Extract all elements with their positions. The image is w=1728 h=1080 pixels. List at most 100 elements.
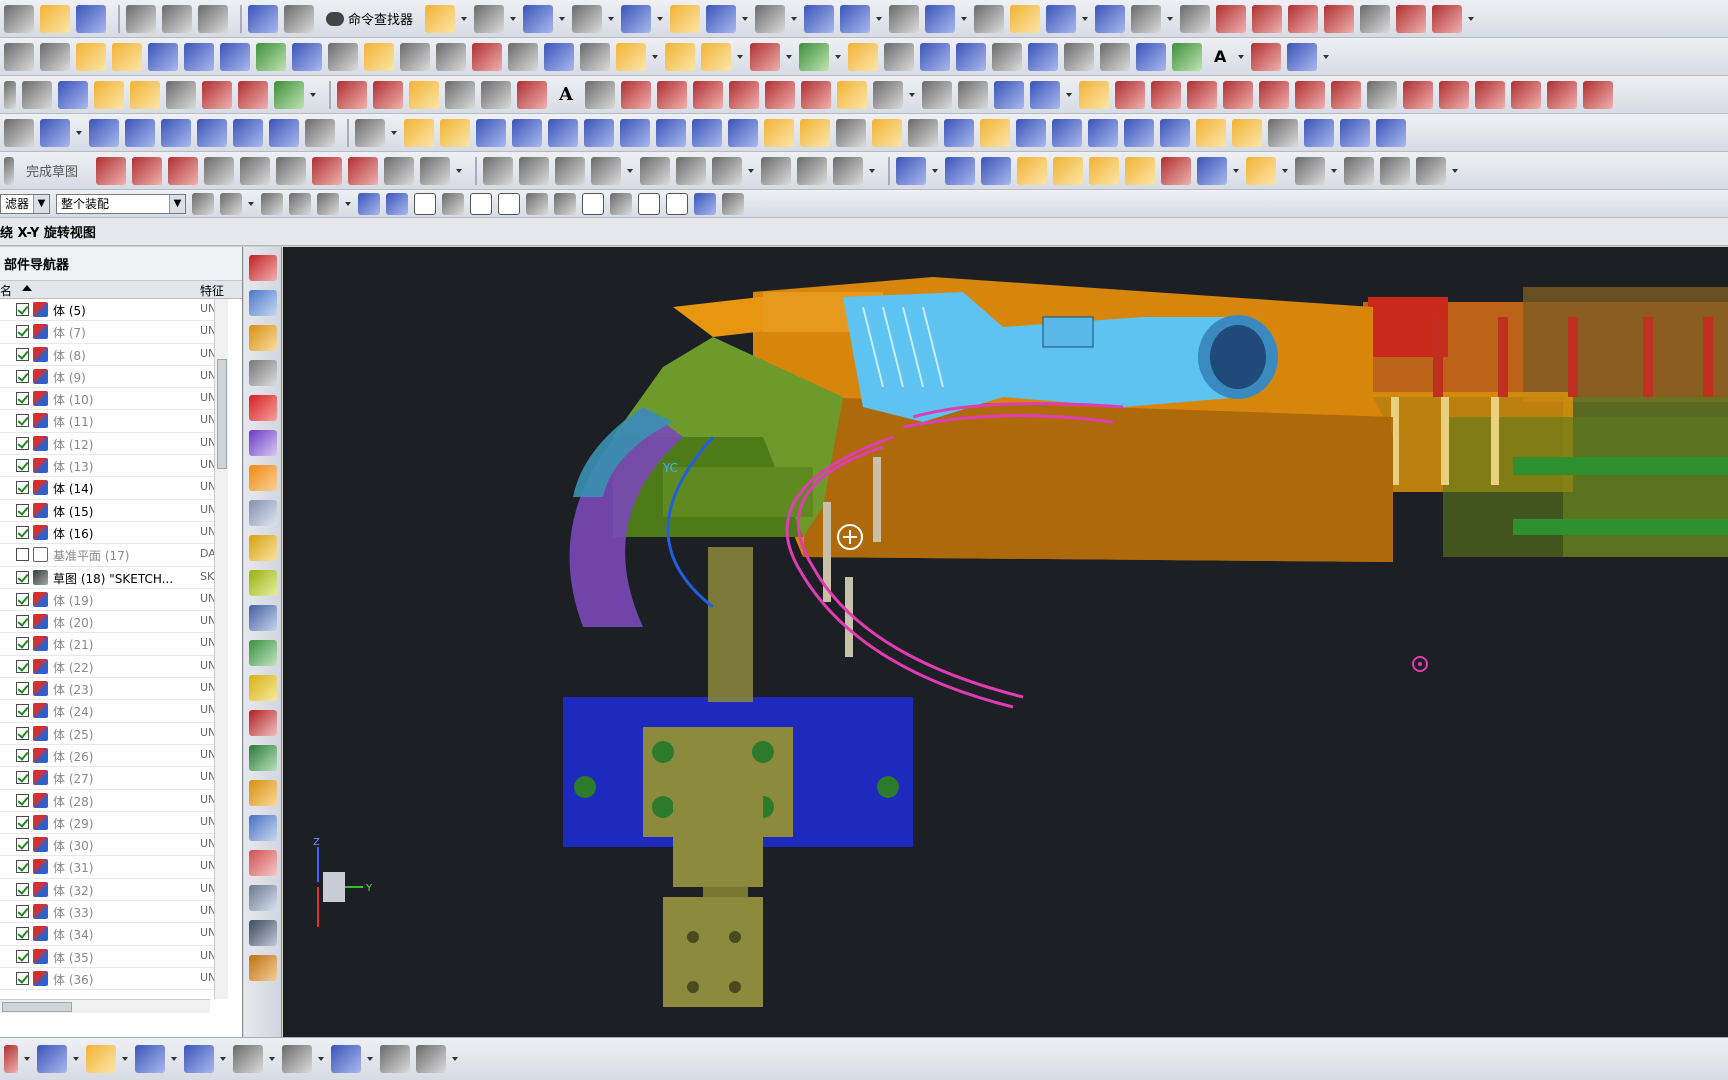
scrollbar-thumb[interactable] bbox=[2, 1002, 72, 1012]
cylinder-icon[interactable] bbox=[404, 118, 434, 147]
orient-view-icon[interactable] bbox=[621, 4, 652, 33]
constraint-sketch-icon[interactable] bbox=[640, 156, 671, 185]
assembly-cut-icon[interactable] bbox=[1380, 156, 1411, 185]
draft-icon[interactable] bbox=[544, 42, 574, 71]
visibility-checkbox[interactable] bbox=[16, 592, 29, 606]
sketch-line-icon[interactable] bbox=[132, 156, 163, 185]
snap-grid-icon[interactable] bbox=[722, 192, 744, 215]
resource-bar-assembly-icon[interactable] bbox=[248, 290, 277, 316]
view-direction-icon[interactable] bbox=[40, 118, 70, 147]
analysis-icon[interactable] bbox=[974, 4, 1005, 33]
tree-row[interactable]: 体 (31) UN bbox=[0, 856, 222, 879]
ellipse-icon[interactable] bbox=[1294, 80, 1325, 109]
dropdown-arrow[interactable] bbox=[122, 1045, 129, 1073]
sequence-icon[interactable] bbox=[1100, 42, 1130, 71]
section-curve-icon[interactable] bbox=[728, 80, 759, 109]
helix-icon[interactable] bbox=[921, 80, 952, 109]
visibility-checkbox[interactable] bbox=[16, 392, 29, 406]
profile-icon[interactable] bbox=[96, 156, 127, 185]
curve-network-icon[interactable] bbox=[238, 80, 268, 109]
bottom-layer-icon[interactable] bbox=[135, 1045, 165, 1073]
copy-face-icon[interactable] bbox=[836, 118, 866, 147]
tree-row[interactable]: 草图 (18) "SKETCH... SK bbox=[0, 567, 222, 589]
selection-box-icon[interactable] bbox=[317, 192, 339, 215]
rectangle-icon[interactable] bbox=[445, 80, 475, 109]
show-constraints-icon[interactable] bbox=[712, 156, 743, 185]
visibility-checkbox[interactable] bbox=[16, 771, 29, 785]
dropdown-arrow[interactable] bbox=[1082, 5, 1089, 33]
tube-icon[interactable] bbox=[1052, 118, 1082, 147]
circle-three-point-icon[interactable] bbox=[1582, 80, 1613, 109]
make-corner-icon[interactable] bbox=[1360, 4, 1391, 33]
sew-icon[interactable] bbox=[364, 42, 394, 71]
taper-icon[interactable] bbox=[1304, 118, 1334, 147]
dropdown-arrow[interactable] bbox=[510, 5, 517, 33]
dropdown-arrow[interactable] bbox=[835, 43, 842, 71]
coordinate-tool-icon[interactable] bbox=[1416, 156, 1447, 185]
dropdown-arrow[interactable] bbox=[657, 5, 664, 33]
line-icon[interactable] bbox=[337, 80, 367, 109]
dropdown-arrow[interactable] bbox=[1065, 81, 1073, 109]
surface-icon[interactable] bbox=[220, 42, 250, 71]
curve-analysis-icon[interactable] bbox=[1010, 4, 1041, 33]
patch-icon[interactable] bbox=[256, 42, 286, 71]
sketch-polygon-icon[interactable] bbox=[348, 156, 379, 185]
sketch-chamfer-icon[interactable] bbox=[276, 156, 307, 185]
hole-icon[interactable] bbox=[476, 118, 506, 147]
snap-quadrant-icon[interactable] bbox=[582, 192, 604, 215]
divide-curve-icon[interactable] bbox=[1029, 80, 1060, 109]
sketch-point-icon[interactable] bbox=[384, 156, 415, 185]
edge-blend-icon[interactable] bbox=[472, 42, 502, 71]
tree-row[interactable]: 体 (13) UN bbox=[0, 455, 222, 478]
column-feature-header[interactable]: 特征 bbox=[200, 282, 224, 299]
grid-curve-icon[interactable] bbox=[1366, 80, 1397, 109]
resource-bar-stack-icon[interactable] bbox=[248, 815, 277, 841]
trim-solid-icon[interactable] bbox=[1196, 118, 1226, 147]
explode-icon[interactable] bbox=[1028, 42, 1058, 71]
grid-icon[interactable] bbox=[1251, 42, 1282, 71]
resource-bar-section-icon[interactable] bbox=[248, 710, 277, 736]
visibility-checkbox[interactable] bbox=[16, 325, 29, 339]
box-solid-icon[interactable] bbox=[89, 118, 119, 147]
visibility-checkbox[interactable] bbox=[16, 860, 29, 874]
tangent-icon[interactable] bbox=[1150, 80, 1181, 109]
isoparametric-icon[interactable] bbox=[800, 80, 831, 109]
tree-row[interactable]: 体 (32) UN bbox=[0, 879, 222, 902]
tree-row[interactable]: 体 (35) UN bbox=[0, 946, 222, 968]
dropdown-arrow[interactable] bbox=[171, 1045, 178, 1073]
dropdown-arrow[interactable] bbox=[1452, 157, 1459, 185]
tree-row[interactable]: 体 (20) UN bbox=[0, 611, 222, 634]
extend-icon[interactable] bbox=[1396, 4, 1427, 33]
bridge-curve-icon[interactable] bbox=[620, 80, 651, 109]
sketch-arc-icon[interactable] bbox=[168, 156, 199, 185]
work-layer-icon[interactable] bbox=[706, 4, 737, 33]
resource-bar-part-icon[interactable] bbox=[248, 395, 277, 421]
selection-scope-select[interactable]: 整个装配 ▼ bbox=[56, 193, 186, 214]
extrude-icon[interactable] bbox=[4, 42, 34, 71]
project-curve-icon[interactable] bbox=[656, 80, 687, 109]
snap-icon[interactable] bbox=[925, 4, 956, 33]
visibility-checkbox[interactable] bbox=[16, 793, 29, 807]
dropdown-arrow[interactable] bbox=[932, 157, 939, 185]
blend-icon[interactable] bbox=[76, 42, 106, 71]
bottom-sheet-icon[interactable] bbox=[282, 1045, 312, 1073]
resource-bar-layers-icon[interactable] bbox=[248, 500, 277, 526]
resource-bar-analysis-icon[interactable] bbox=[248, 745, 277, 771]
info-icon[interactable] bbox=[474, 4, 505, 33]
paste-icon[interactable] bbox=[198, 4, 228, 33]
resource-bar-check-icon[interactable] bbox=[248, 570, 277, 596]
sketch-rectangle-icon[interactable] bbox=[312, 156, 343, 185]
dropdown-arrow[interactable] bbox=[461, 5, 468, 33]
render-style-icon[interactable] bbox=[572, 4, 603, 33]
visibility-checkbox[interactable] bbox=[16, 838, 29, 852]
visibility-checkbox[interactable] bbox=[16, 905, 29, 919]
dropdown-arrow[interactable] bbox=[1167, 5, 1174, 33]
alternate-solution-icon[interactable] bbox=[833, 156, 864, 185]
resource-bar-grid-icon[interactable] bbox=[248, 920, 277, 946]
select-edge-icon[interactable] bbox=[261, 192, 283, 215]
bottom-text-size-icon[interactable] bbox=[416, 1045, 446, 1073]
bisect-icon[interactable] bbox=[1222, 80, 1253, 109]
resource-bar-folder-icon[interactable] bbox=[248, 780, 277, 806]
shell-icon[interactable] bbox=[508, 42, 538, 71]
curve-corner-icon[interactable] bbox=[1474, 80, 1505, 109]
